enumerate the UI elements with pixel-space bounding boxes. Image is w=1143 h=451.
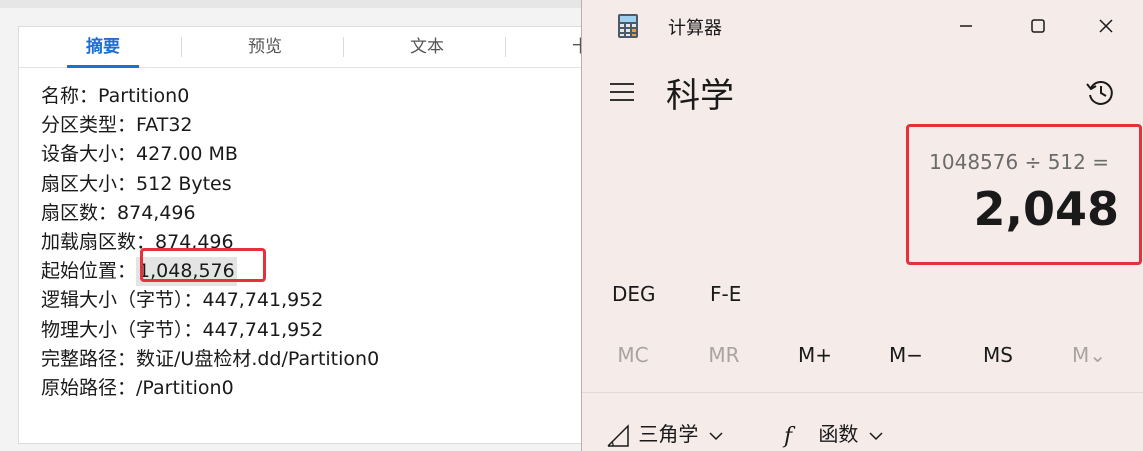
window-title: 计算器 [668,18,722,39]
tab-text[interactable]: 文本 [367,27,487,67]
maximize-icon[interactable] [1018,12,1058,40]
tab-divider [181,37,182,57]
memory-recall-button[interactable]: MR [694,343,754,367]
info-value: 数证/U盘检材.dd/Partition0 [136,347,380,370]
tab-divider [343,37,344,57]
function-dropdown[interactable]: f 函数 [780,418,887,449]
info-row-device-size: 设备大小：427.00 MB [41,140,379,169]
angle-unit-button[interactable]: DEG [612,282,656,306]
info-row-physical-size: 物理大小（字节）：447,741,952 [41,316,379,345]
trigonometry-label: 三角学 [638,422,699,446]
info-row-name: 名称：Partition0 [41,82,379,111]
close-icon[interactable] [1086,12,1126,40]
chevron-down-icon [709,431,723,440]
memory-clear-button[interactable]: MC [603,343,663,367]
info-label: 名称： [41,85,99,107]
top-scroll-bar [0,0,600,8]
summary-panel: 摘要 预览 文本 十六 名称：Partition0 分区类型：FAT32 设备大… [18,26,608,444]
history-icon[interactable] [1084,76,1118,110]
info-label: 扇区数： [41,201,118,224]
info-value: 447,741,952 [202,289,324,312]
function-label: 函数 [818,422,859,446]
info-row-partition-type: 分区类型：FAT32 [41,111,379,140]
info-label: 物理大小（字节）： [41,318,203,341]
summary-info-list: 名称：Partition0 分区类型：FAT32 设备大小：427.00 MB … [41,82,379,403]
memory-add-button[interactable]: M+ [785,343,845,367]
calculator-icon [618,14,638,38]
tab-summary[interactable]: 摘要 [43,27,163,68]
info-value: 427.00 MB [136,143,238,166]
info-value: 447,741,952 [202,318,324,341]
info-row-full-path: 完整路径：数证/U盘检材.dd/Partition0 [41,345,379,374]
info-label: 起始位置： [41,260,137,283]
calculator-window: 计算器 科学 1048576 ÷ 512 = 2,048 DEG F-E MC … [581,0,1143,451]
info-row-sector-count: 扇区数：874,496 [41,199,379,228]
tab-bar: 摘要 预览 文本 十六 [19,27,607,68]
info-row-original-path: 原始路径：/Partition0 [41,374,379,403]
info-value: 512 Bytes [136,172,232,195]
memory-store-button[interactable]: MS [968,343,1028,367]
tab-divider [505,37,506,57]
info-value: Partition0 [98,85,190,107]
info-label: 完整路径： [41,347,137,370]
memory-subtract-button[interactable]: M− [876,343,936,367]
start-offset-highlight-box [140,248,266,282]
info-label: 加载扇区数： [41,230,156,253]
info-label: 逻辑大小（字节）： [41,289,203,312]
info-value: FAT32 [136,114,193,137]
minimize-icon[interactable] [946,12,986,40]
info-label: 分区类型： [41,114,137,137]
svg-text:f: f [782,424,796,449]
triangle-icon [607,423,629,447]
info-label: 原始路径： [41,376,137,399]
info-row-logical-size: 逻辑大小（字节）：447,741,952 [41,286,379,315]
memory-list-button[interactable]: M⌄ [1059,343,1119,367]
mode-title: 科学 [666,76,734,116]
info-label: 设备大小： [41,143,137,166]
info-value: /Partition0 [136,376,234,399]
trigonometry-dropdown[interactable]: 三角学 [606,418,727,448]
function-icon: f [782,424,796,449]
info-value: 874,496 [117,201,196,224]
chevron-down-icon [869,431,883,440]
info-row-sector-size: 扇区大小：512 Bytes [41,170,379,199]
result-highlight-box [906,124,1142,265]
fe-toggle-button[interactable]: F-E [710,282,741,306]
divider [582,392,1143,393]
info-label: 扇区大小： [41,172,137,195]
menu-icon[interactable] [610,80,638,104]
calculator-titlebar: 计算器 [582,0,1143,52]
tab-preview[interactable]: 预览 [205,27,325,67]
